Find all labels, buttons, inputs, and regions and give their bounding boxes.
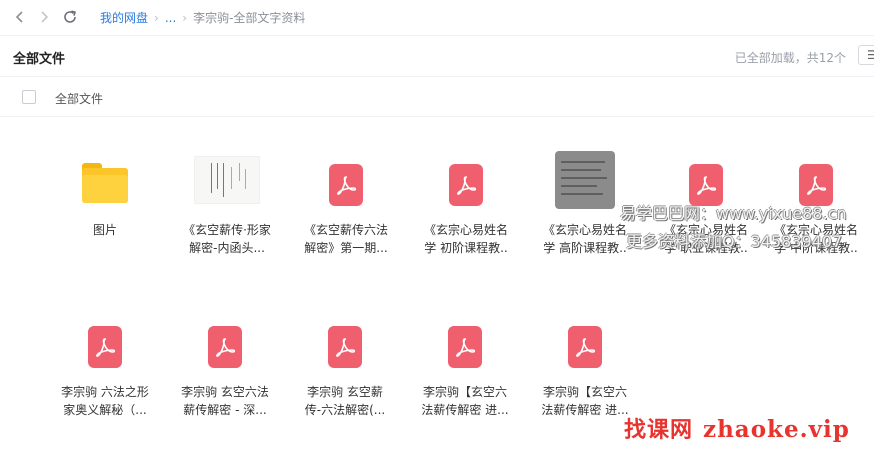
file-name-line-1: 李宗驹 六法之形 xyxy=(61,385,149,399)
file-thumbnail xyxy=(409,326,521,378)
file-item[interactable]: 李宗驹【玄空六 法薪传解密 进... xyxy=(409,324,521,424)
file-thumbnail xyxy=(529,326,641,378)
file-thumbnail xyxy=(169,326,281,378)
file-name-line-1: 《玄空薪传·形家 xyxy=(183,223,271,237)
pdf-icon xyxy=(329,164,363,206)
file-name-line-1: 李宗驹【玄空六 xyxy=(422,385,507,399)
file-thumbnail xyxy=(410,164,522,216)
file-name-line-2: 法薪传解密 进... xyxy=(421,403,509,417)
file-thumbnail xyxy=(289,326,401,378)
pdf-icon xyxy=(448,326,482,368)
file-item[interactable]: 《玄空薪传·形家 解密-内函头... xyxy=(171,156,283,262)
file-thumbnail xyxy=(49,326,161,378)
file-name: 图片 xyxy=(92,223,117,237)
watermark-brand-cn: 找课网 xyxy=(624,417,694,443)
watermark-contact-text: 更多资料添加Q：345839407 xyxy=(626,232,843,251)
file-name-line-1: 李宗驹 玄空薪 xyxy=(307,385,383,399)
page-title: 全部文件 xyxy=(13,52,66,67)
breadcrumb-current-folder: 李宗驹-全部文字资料 xyxy=(193,11,306,25)
back-arrow-icon[interactable] xyxy=(12,9,28,25)
top-navigation-bar: 我的网盘 ›... › 李宗驹-全部文字资料 xyxy=(0,0,874,36)
load-status-text: 已全部加载，共12个 xyxy=(734,51,846,65)
file-item[interactable]: 李宗驹【玄空六 法薪传解密 进... xyxy=(529,324,641,424)
folder-icon xyxy=(82,163,128,203)
file-name-line-1: 李宗驹 玄空六法 xyxy=(181,385,269,399)
pdf-icon xyxy=(328,326,362,368)
file-item[interactable]: 《玄宗心易姓名 学 初阶课程教.. xyxy=(410,162,522,262)
pdf-icon xyxy=(449,164,483,206)
view-mode-toggle-button[interactable]: ☰ xyxy=(858,45,874,65)
file-name-line-2: 家奥义解秘（... xyxy=(63,403,147,417)
file-name-line-1: 李宗驹【玄空六 xyxy=(542,385,627,399)
scanned-page-thumbnail-icon xyxy=(555,151,615,209)
file-name-line-2: 学 高阶课程教.. xyxy=(543,241,627,255)
pdf-icon xyxy=(88,326,122,368)
file-item[interactable]: 李宗驹 玄空六法 薪传解密 - 深... xyxy=(169,324,281,424)
breadcrumb: 我的网盘 ›... › 李宗驹-全部文字资料 xyxy=(100,10,305,26)
watermark-brand: 找课网 zhaoke.vip xyxy=(624,412,850,444)
document-thumbnail-icon xyxy=(194,156,260,204)
list-header-label: 全部文件 xyxy=(55,92,104,106)
breadcrumb-separator-icon: › xyxy=(154,11,159,25)
watermark-website-text: 易学巴巴网：www.yixue88.cn xyxy=(620,204,847,223)
file-item[interactable]: 李宗驹 六法之形 家奥义解秘（... xyxy=(49,324,161,424)
file-name-line-1: 《玄空薪传六法 xyxy=(303,223,388,237)
file-item[interactable]: 李宗驹 玄空薪 传-六法解密(... xyxy=(289,324,401,424)
breadcrumb-root-link[interactable]: 我的网盘 xyxy=(100,11,148,25)
pdf-icon xyxy=(208,326,242,368)
breadcrumb-ellipsis-link[interactable]: ... xyxy=(165,11,176,25)
file-item[interactable]: 《玄空薪传六法 解密》第一期... xyxy=(290,162,402,262)
file-name-line-2: 传-六法解密(... xyxy=(304,403,386,417)
file-name-line-2: 解密-内函头... xyxy=(189,241,265,255)
file-name-line-2: 学 初阶课程教.. xyxy=(424,241,508,255)
file-name-line-2: 薪传解密 - 深... xyxy=(183,403,267,417)
file-thumbnail xyxy=(290,164,402,216)
file-item-folder-pictures[interactable]: 图片 xyxy=(49,162,161,262)
file-thumbnail xyxy=(49,162,161,214)
file-list-header: 全部文件 xyxy=(0,77,874,117)
file-name-line-1: 《玄宗心易姓名 xyxy=(423,223,508,237)
file-toolbar: 全部文件 已全部加载，共12个 ☰ xyxy=(0,36,874,77)
breadcrumb-separator-icon: › xyxy=(182,11,188,25)
pdf-icon xyxy=(568,326,602,368)
file-name-line-2: 解密》第一期... xyxy=(304,241,388,255)
forward-arrow-icon[interactable] xyxy=(36,9,52,25)
refresh-icon[interactable] xyxy=(62,9,78,25)
watermark-brand-en: zhaoke.vip xyxy=(703,416,850,443)
file-thumbnail xyxy=(171,156,283,208)
select-all-checkbox[interactable] xyxy=(22,90,36,104)
